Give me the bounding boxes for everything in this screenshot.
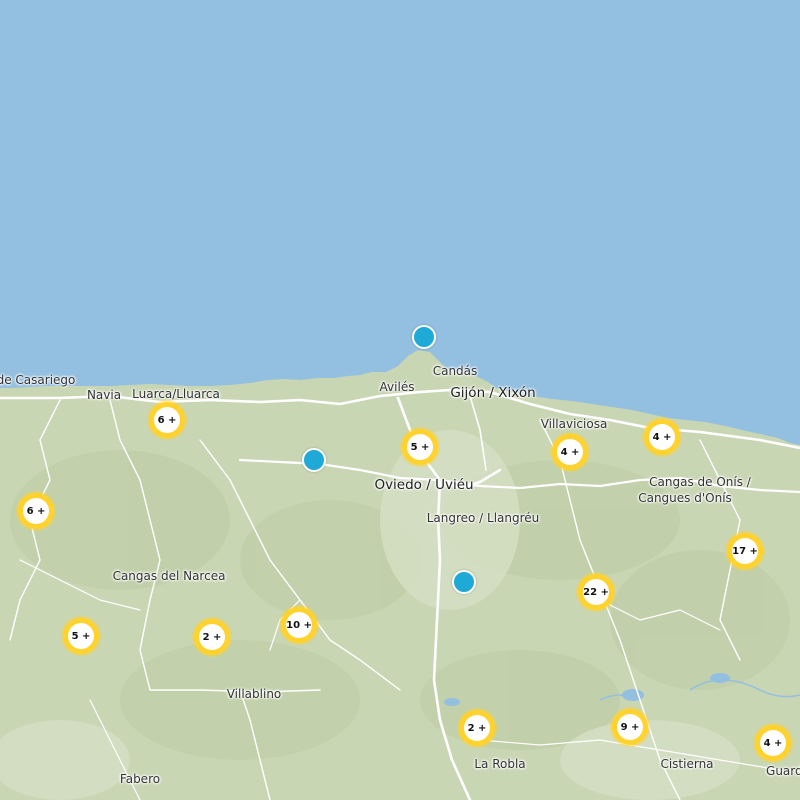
cluster-count: 9 + [617, 714, 643, 740]
place-label: Langreo / Llangréu [426, 511, 540, 525]
place-label: Cistierna [660, 757, 714, 771]
cluster-narcea-south[interactable]: 2 + [194, 619, 230, 655]
place-label: La Robla [474, 757, 526, 771]
cluster-count: 5 + [407, 434, 433, 460]
cluster-cistierna[interactable]: 9 + [612, 709, 648, 745]
cluster-count: 4 + [557, 439, 583, 465]
cluster-guardo[interactable]: 4 + [755, 725, 791, 761]
place-label: Avilés [379, 380, 415, 394]
marker-west-oviedo[interactable] [302, 448, 326, 472]
marker-cabo-penas[interactable] [412, 325, 436, 349]
cluster-count: 2 + [464, 715, 490, 741]
cluster-count: 4 + [760, 730, 786, 756]
cluster-la-robla[interactable]: 2 + [459, 710, 495, 746]
place-label: Oviedo / Uviéu [374, 477, 474, 493]
marker-south-mieres[interactable] [452, 570, 476, 594]
cluster-picos-east[interactable]: 17 + [727, 533, 763, 569]
cluster-count: 10 + [286, 612, 312, 638]
cluster-somiedo[interactable]: 10 + [281, 607, 317, 643]
place-label: Cangas del Narcea [112, 569, 226, 583]
place-label: Cangues d'Onís [638, 491, 732, 505]
place-label: Candás [432, 364, 478, 378]
place-label: Navia [86, 388, 122, 402]
cluster-count: 17 + [732, 538, 758, 564]
cluster-count: 6 + [154, 407, 180, 433]
place-label: Gijón / Xixón [450, 385, 536, 401]
place-label: Cangas de Onís / [649, 475, 751, 489]
place-label: Fabero [119, 772, 161, 786]
place-label: Guardo [766, 764, 800, 778]
cluster-luarca[interactable]: 6 + [149, 402, 185, 438]
place-label: Luarca/Lluarca [132, 387, 220, 401]
place-label: Villaviciosa [540, 417, 608, 431]
cluster-coast-east[interactable]: 4 + [644, 419, 680, 455]
place-label: Villablino [226, 687, 282, 701]
map-canvas[interactable]: de Casariego Navia Luarca/Lluarca Avilés… [0, 0, 800, 800]
cluster-count: 6 + [23, 498, 49, 524]
cluster-southwest[interactable]: 5 + [63, 618, 99, 654]
cluster-count: 4 + [649, 424, 675, 450]
place-label: de Casariego [0, 373, 76, 387]
cluster-central-east[interactable]: 22 + [578, 574, 614, 610]
cluster-aviles-south[interactable]: 5 + [402, 429, 438, 465]
cluster-count: 5 + [68, 623, 94, 649]
cluster-count: 2 + [199, 624, 225, 650]
cluster-count: 22 + [583, 579, 609, 605]
cluster-west-edge[interactable]: 6 + [18, 493, 54, 529]
cluster-villaviciosa-south[interactable]: 4 + [552, 434, 588, 470]
